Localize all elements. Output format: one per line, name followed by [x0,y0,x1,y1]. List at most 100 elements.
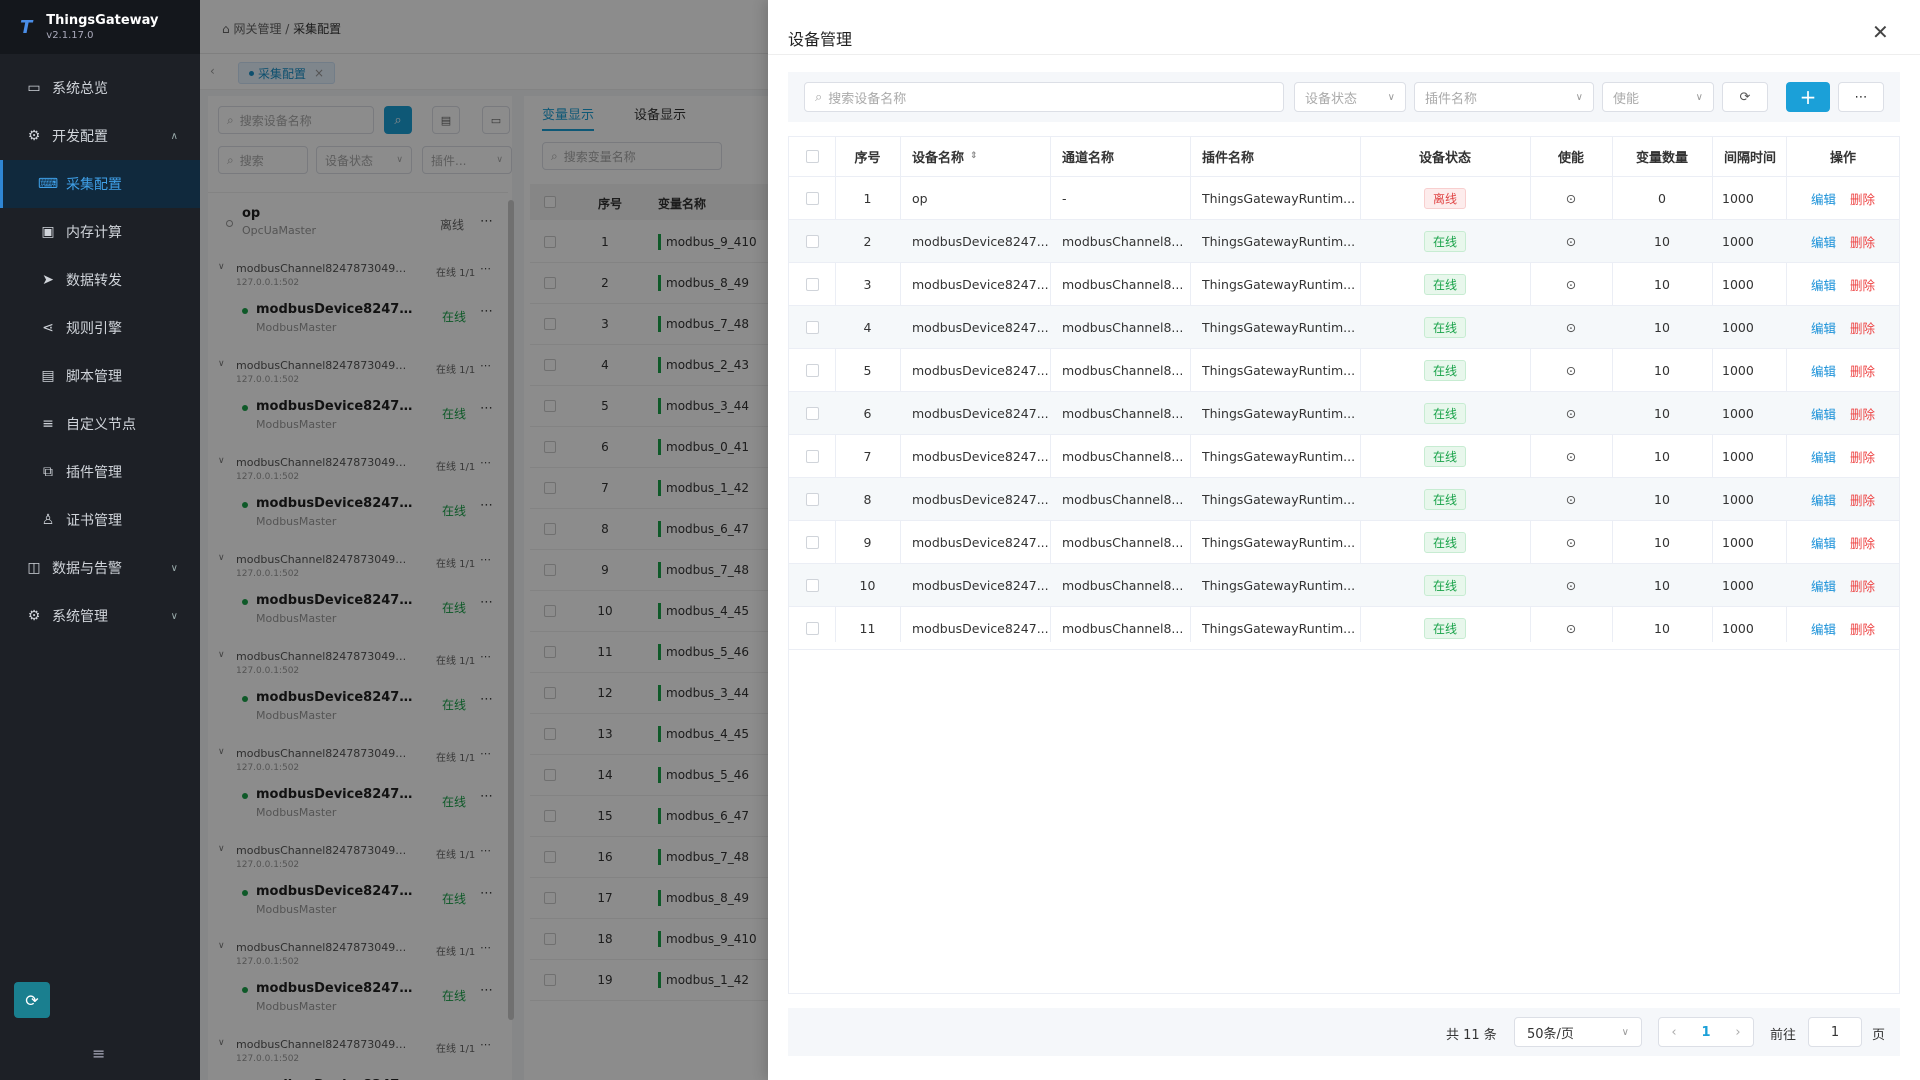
add-button[interactable]: + [1786,82,1830,112]
page-size-select[interactable]: 50条/页 ∨ [1514,1017,1642,1047]
edit-button[interactable]: 编辑 [1811,576,1836,595]
sidebar-item-10[interactable]: ◫ 数据与告警 ∨ [0,544,200,592]
prev-page-icon[interactable]: ‹ [1671,1025,1676,1040]
sidebar-item-0[interactable]: ▭ 系统总览 [0,64,200,112]
table-row[interactable]: 4 modbusDevice8247... modbusChannel8... Thi… [789,306,1899,349]
sidebar-item-5[interactable]: ⋖ 规则引擎 [0,304,200,352]
sidebar-item-1[interactable]: ⚙ 开发配置 ∧ [0,112,200,160]
delete-button[interactable]: 删除 [1850,576,1875,595]
device-search-input[interactable]: ⌕ 搜索设备名称 [804,82,1284,112]
cell-no-text: 3 [863,276,872,292]
cell-plugin: ThingsGatewayRuntim... [1190,263,1360,305]
row-checkbox[interactable] [805,492,819,506]
status-filter-select[interactable]: 设备状态 ∨ [1294,82,1406,112]
cell-device: modbusDevice8247... [900,607,1050,649]
delete-button[interactable]: 删除 [1850,275,1875,294]
gear-icon: ⚙ [27,608,41,624]
sidebar-item-4[interactable]: ➤ 数据转发 [0,256,200,304]
delete-button[interactable]: 删除 [1850,490,1875,509]
delete-button[interactable]: 删除 [1850,404,1875,423]
table-row[interactable]: 6 modbusDevice8247... modbusChannel8... Thi… [789,392,1899,435]
row-checkbox[interactable] [805,277,819,291]
sort-icon[interactable]: ⇕ [970,151,978,161]
delete-button[interactable]: 删除 [1850,232,1875,251]
delete-button[interactable]: 删除 [1850,189,1875,208]
enable-filter-label: 使能 [1613,91,1640,107]
edit-button[interactable]: 编辑 [1811,490,1836,509]
check-circle-icon: ⊙ [1565,276,1577,292]
file-icon: ▤ [41,368,55,384]
menu-collapse-icon[interactable]: ≡ [92,1044,105,1063]
sidebar-item-9[interactable]: ♙ 证书管理 [0,496,200,544]
monitor-icon: ▭ [27,80,41,96]
row-check-cell [789,306,835,348]
row-checkbox[interactable] [805,449,819,463]
table-row[interactable]: 9 modbusDevice8247... modbusChannel8... Thi… [789,521,1899,564]
edit-button[interactable]: 编辑 [1811,404,1836,423]
table-row[interactable]: 7 modbusDevice8247... modbusChannel8... Thi… [789,435,1899,478]
sidebar-item-6[interactable]: ▤ 脚本管理 [0,352,200,400]
table-row[interactable]: 2 modbusDevice8247... modbusChannel8... Thi… [789,220,1899,263]
delete-button[interactable]: 删除 [1850,361,1875,380]
more-button[interactable]: ⋯ [1838,82,1884,112]
column-header-label: 序号 [854,150,881,166]
edit-button[interactable]: 编辑 [1811,533,1836,552]
cell-interval-text: 1000 [1722,577,1754,593]
table-row[interactable]: 3 modbusDevice8247... modbusChannel8... Thi… [789,263,1899,306]
row-checkbox[interactable] [805,535,819,549]
brand: T ThingsGateway v2.1.17.0 [0,0,200,54]
row-checkbox[interactable] [805,621,819,635]
edit-button[interactable]: 编辑 [1811,619,1836,638]
select-all-checkbox[interactable] [805,149,819,163]
close-icon[interactable]: ✕ [1872,20,1889,44]
table-row[interactable]: 11 modbusDevice8247... modbusChannel8... Th… [789,607,1899,650]
sidebar-item-7[interactable]: ≡ 自定义节点 [0,400,200,448]
row-checkbox[interactable] [805,191,819,205]
column-header-1[interactable]: 设备名称 ⇕ [900,136,1050,176]
enable-filter-select[interactable]: 使能 ∨ [1602,82,1714,112]
delete-button[interactable]: 删除 [1850,619,1875,638]
refresh-icon[interactable]: ⟳ [14,982,50,1018]
row-checkbox[interactable] [805,363,819,377]
sidebar-item-8[interactable]: ⧉ 插件管理 [0,448,200,496]
table-row[interactable]: 10 modbusDevice8247... modbusChannel8... Th… [789,564,1899,607]
sidebar-item-2[interactable]: ⌨ 采集配置 [0,160,200,208]
sidebar-item-label: 数据与告警 [52,561,122,577]
refresh-button[interactable]: ⟳ [1722,82,1768,112]
goto-page-input[interactable]: 1 [1808,1017,1862,1047]
next-page-icon[interactable]: › [1735,1025,1740,1040]
delete-button[interactable]: 删除 [1850,533,1875,552]
cell-vars: 10 [1612,392,1712,434]
cell-channel-text: modbusChannel8... [1062,319,1184,335]
table-row[interactable]: 1 op - ThingsGatewayRuntim... 离线 ⊙ 0 1000 编辑 删除 [789,177,1899,220]
cell-plugin: ThingsGatewayRuntim... [1190,564,1360,606]
cell-plugin-text: ThingsGatewayRuntim... [1202,405,1356,421]
current-page[interactable]: 1 [1701,1025,1710,1040]
row-checkbox[interactable] [805,406,819,420]
delete-button[interactable]: 删除 [1850,318,1875,337]
table-row[interactable]: 8 modbusDevice8247... modbusChannel8... Thi… [789,478,1899,521]
edit-button[interactable]: 编辑 [1811,189,1836,208]
sidebar-item-3[interactable]: ▣ 内存计算 [0,208,200,256]
row-check-cell [789,564,835,606]
sidebar-item-11[interactable]: ⚙ 系统管理 ∨ [0,592,200,640]
cell-vars: 10 [1612,349,1712,391]
delete-button[interactable]: 删除 [1850,447,1875,466]
cell-channel-text: modbusChannel8... [1062,534,1184,550]
check-circle-icon: ⊙ [1565,534,1577,550]
row-checkbox[interactable] [805,578,819,592]
table-row[interactable]: 5 modbusDevice8247... modbusChannel8... Thi… [789,349,1899,392]
row-checkbox[interactable] [805,234,819,248]
edit-button[interactable]: 编辑 [1811,232,1836,251]
sidebar-item-label: 系统管理 [52,609,108,625]
cell-device: modbusDevice8247... [900,564,1050,606]
status-badge: 离线 [1423,187,1466,209]
cell-device: modbusDevice8247... [900,521,1050,563]
edit-button[interactable]: 编辑 [1811,318,1836,337]
plugin-filter-select[interactable]: 插件名称 ∨ [1414,82,1594,112]
edit-button[interactable]: 编辑 [1811,275,1836,294]
modal-overlay[interactable] [200,0,768,1080]
edit-button[interactable]: 编辑 [1811,361,1836,380]
row-checkbox[interactable] [805,320,819,334]
edit-button[interactable]: 编辑 [1811,447,1836,466]
